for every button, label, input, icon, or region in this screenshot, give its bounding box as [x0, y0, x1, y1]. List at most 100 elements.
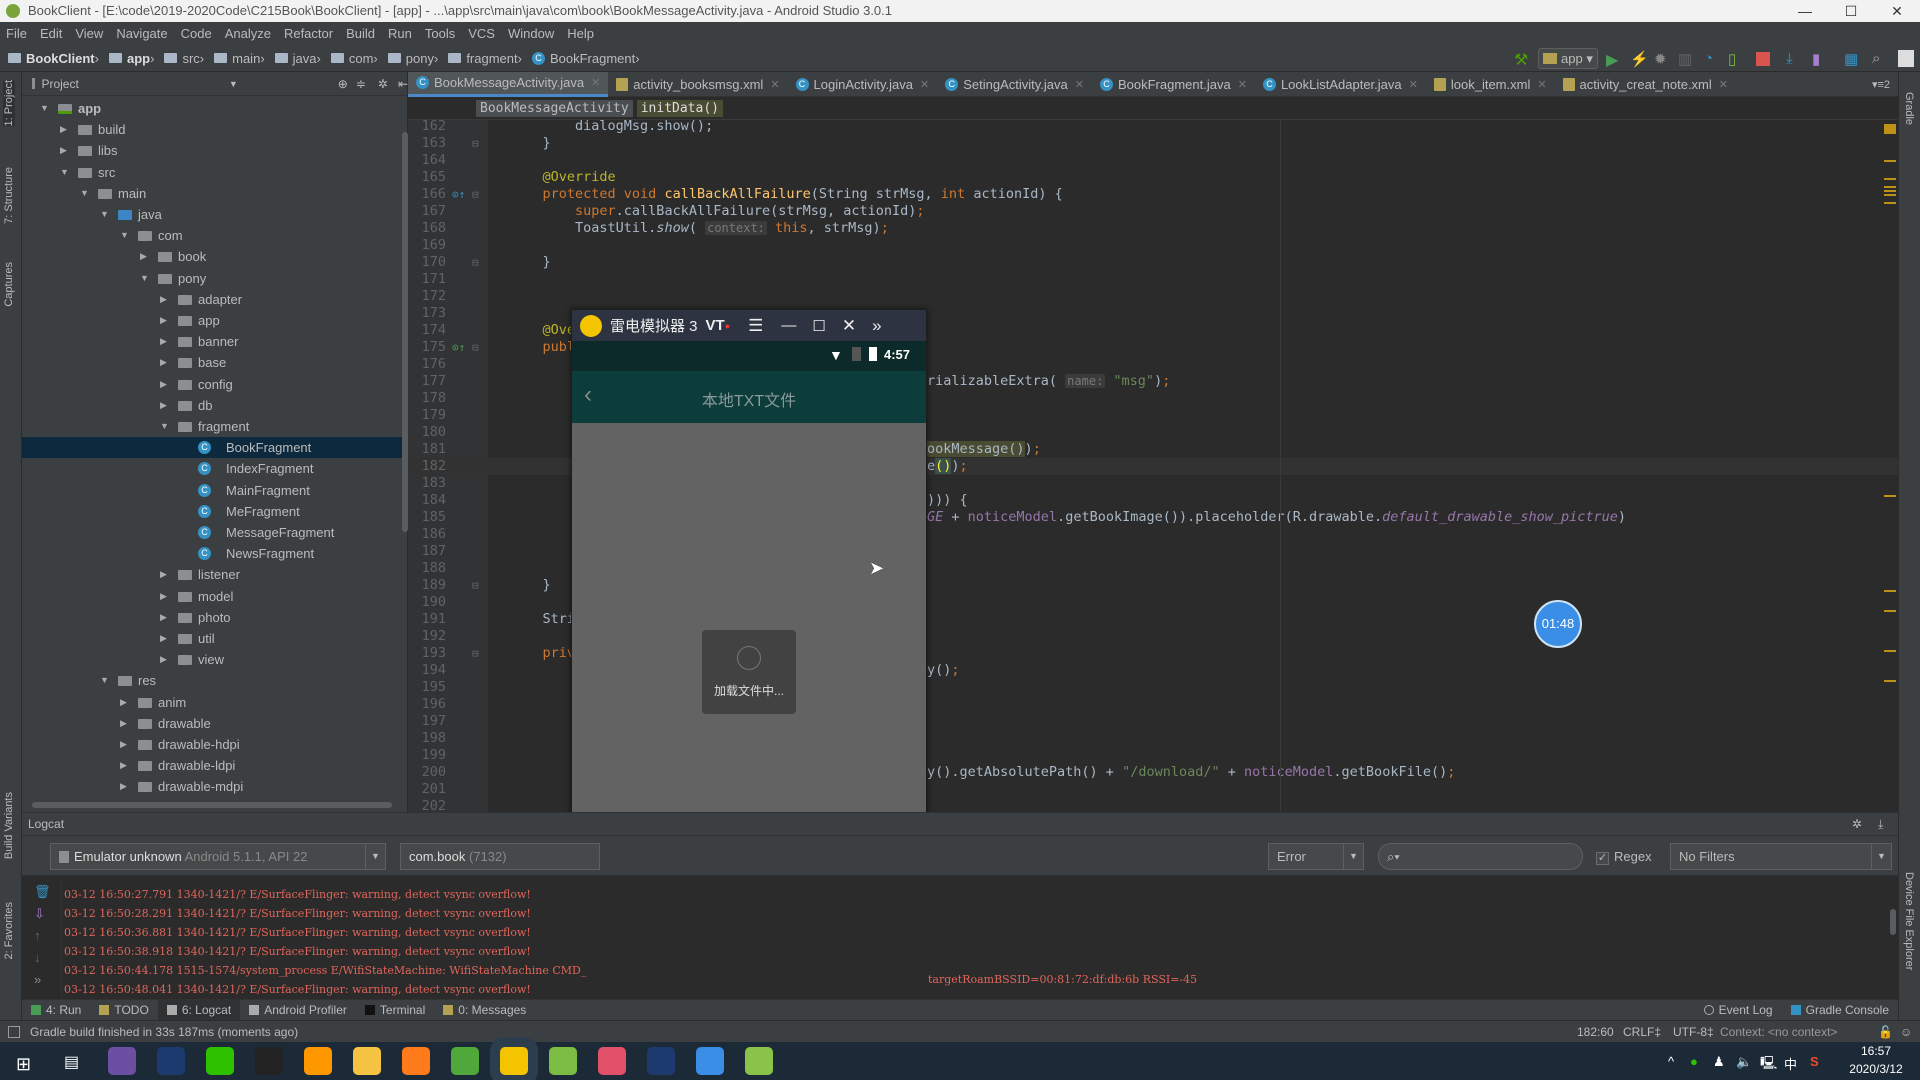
collapsed-arrow-icon[interactable]: ▶ [160, 395, 167, 416]
lock-icon[interactable]: 🔓 [1878, 1021, 1893, 1043]
tab-look-item-xml[interactable]: look_item.xml ✕ [1426, 72, 1555, 97]
menu-tools[interactable]: Tools [425, 26, 455, 41]
process-select[interactable]: com.book (7132) [400, 843, 600, 870]
wechat-tray-icon[interactable]: ● [1690, 1054, 1698, 1069]
menu-window[interactable]: Window [508, 26, 554, 41]
override-marker-icon[interactable]: ⊙↑ [452, 186, 465, 203]
close-tab-icon[interactable]: ✕ [1238, 78, 1247, 91]
tool-device-file-explorer[interactable]: Device File Explorer [1903, 872, 1915, 970]
tab-looklistadapter-java[interactable]: C LookListAdapter.java ✕ [1255, 72, 1426, 97]
fold-marker-icon[interactable]: ⊟ [472, 577, 479, 594]
tab-setingactivity-java[interactable]: C SetingActivity.java ✕ [937, 72, 1092, 97]
project-view-select[interactable]: Project [41, 77, 78, 91]
emulator-title-bar[interactable]: 雷电模拟器 3 VT ● ☰ — ☐ ✕ » [572, 310, 926, 341]
collapsed-arrow-icon[interactable]: ▶ [120, 755, 127, 776]
clock-time[interactable]: 16:57 [1846, 1044, 1906, 1058]
tree-item[interactable]: C MessageFragment [22, 522, 402, 543]
collapsed-arrow-icon[interactable]: ▶ [160, 649, 167, 670]
breadcrumb-item[interactable]: main › [214, 51, 265, 66]
breadcrumb-item[interactable]: java › [274, 51, 321, 66]
close-tab-icon[interactable]: ✕ [1719, 78, 1728, 91]
collapsed-arrow-icon[interactable]: ▶ [160, 374, 167, 395]
menu-file[interactable]: File [6, 26, 27, 41]
show-hidden-icons-icon[interactable]: ^ [1668, 1054, 1674, 1069]
tree-item[interactable]: ▶ model [22, 586, 402, 607]
tree-item[interactable]: ▼ app [22, 98, 402, 119]
tree-item[interactable]: ▶ build [22, 119, 402, 140]
device-select[interactable]: Emulator unknown Android 5.1.1, API 22 ▼ [50, 843, 386, 870]
breadcrumb-item[interactable]: C BookFragment › [531, 51, 640, 66]
chevron-down-icon[interactable]: ▼ [1343, 844, 1363, 869]
hide-panel-icon[interactable]: ⇤ [398, 77, 408, 91]
tree-item[interactable]: ▶ libs [22, 140, 402, 161]
close-tab-icon[interactable]: ✕ [920, 78, 929, 91]
tree-item[interactable]: C NewsFragment [22, 543, 402, 564]
qq-tray-icon[interactable]: ♟ [1713, 1054, 1725, 1070]
run-icon[interactable]: ▶ [1606, 50, 1624, 69]
collapsed-arrow-icon[interactable]: ▶ [160, 331, 167, 352]
tree-item[interactable]: ▶ db [22, 395, 402, 416]
tree-item[interactable]: ▼ java [22, 204, 402, 225]
coverage-icon[interactable]: ▥ [1678, 50, 1696, 68]
sync-gradle-icon[interactable]: ⤓ [1786, 50, 1804, 68]
expanded-arrow-icon[interactable]: ▼ [100, 670, 109, 691]
tree-item[interactable]: ▼ main [22, 183, 402, 204]
expanded-arrow-icon[interactable]: ▼ [160, 416, 169, 437]
tool-project[interactable]: 1: Project [3, 80, 15, 127]
tree-item[interactable]: C BookFragment [22, 437, 402, 459]
user-avatar[interactable] [1898, 50, 1914, 67]
tree-item[interactable]: ▶ util [22, 628, 402, 649]
logcat-settings-icon[interactable]: ✲ [1852, 813, 1862, 836]
clear-logcat-icon[interactable]: 🗑 [34, 884, 51, 900]
tool-favorites[interactable]: 2: Favorites [3, 902, 15, 959]
sogou-icon[interactable]: S [1810, 1054, 1819, 1069]
tree-item[interactable]: ▶ view [22, 649, 402, 670]
tree-item[interactable]: C MeFragment [22, 501, 402, 522]
event-log-tab[interactable]: Event Log [1695, 1000, 1782, 1021]
run-config-select[interactable]: app ▾ [1538, 48, 1598, 69]
tree-item[interactable]: ▶ config [22, 374, 402, 395]
taskbar-app-qq-icon[interactable] [255, 1047, 283, 1075]
hide-panel-icon[interactable]: ⤓ [1878, 813, 1883, 836]
tab-bookmessageactivity-java[interactable]: C BookMessageActivity.java ✕ [408, 71, 609, 97]
taskbar-app-wechat-icon[interactable] [206, 1047, 234, 1075]
tab-activity-booksmsg-xml[interactable]: activity_booksmsg.xml ✕ [608, 72, 787, 97]
close-icon[interactable]: ✕ [842, 316, 856, 336]
override-marker-icon[interactable]: ⊙↑ [452, 339, 465, 356]
task-view-icon[interactable]: ▤ [64, 1052, 79, 1072]
close-tab-icon[interactable]: ✕ [1537, 78, 1546, 91]
tree-item[interactable]: ▶ drawable [22, 713, 402, 734]
breadcrumb-item[interactable]: com › [330, 51, 378, 66]
log-level-select[interactable]: Error ▼ [1268, 843, 1364, 870]
collapsed-arrow-icon[interactable]: ▶ [60, 140, 67, 161]
collapsed-arrow-icon[interactable]: ▶ [60, 119, 67, 140]
taskbar-app-eclipse-icon[interactable] [108, 1047, 136, 1075]
tree-item[interactable]: ▼ src [22, 162, 402, 183]
tree-item[interactable]: C IndexFragment [22, 458, 402, 479]
tree-item[interactable]: ▶ photo [22, 607, 402, 628]
expanded-arrow-icon[interactable]: ▼ [100, 204, 109, 225]
collapsed-arrow-icon[interactable]: ▶ [160, 564, 167, 585]
inspector-icon[interactable]: ☺ [1900, 1021, 1912, 1043]
tab-activity-creat-note-xml[interactable]: activity_creat_note.xml ✕ [1555, 72, 1736, 97]
tool-structure[interactable]: 7: Structure [3, 167, 15, 224]
tree-item[interactable]: ▶ book [22, 246, 402, 267]
windows-start-icon[interactable]: ⊞ [16, 1054, 31, 1075]
close-tab-icon[interactable]: ✕ [591, 76, 600, 89]
gradle-console-tab[interactable]: Gradle Console [1782, 1000, 1898, 1021]
tree-item[interactable]: ▶ adapter [22, 289, 402, 310]
tool-tab-android-profiler[interactable]: Android Profiler [240, 1000, 356, 1021]
apply-changes-icon[interactable]: ⚡ [1630, 50, 1649, 68]
down-arrow-icon[interactable]: ↓ [34, 950, 41, 965]
tree-item[interactable]: ▶ listener [22, 564, 402, 585]
close-tab-icon[interactable]: ✕ [770, 78, 779, 91]
caret-position[interactable]: 182:60 [1577, 1021, 1614, 1043]
menu-analyze[interactable]: Analyze [225, 26, 271, 41]
tree-item[interactable]: ▶ drawable-ldpi [22, 755, 402, 776]
collapsed-arrow-icon[interactable]: ▶ [140, 246, 147, 267]
avd-manager-icon[interactable]: ▮ [1812, 50, 1830, 68]
collapsed-arrow-icon[interactable]: ▶ [160, 586, 167, 607]
network-icon[interactable]: 🖳 [1760, 1054, 1777, 1076]
build-hammer-icon[interactable]: ⚒ [1514, 50, 1532, 69]
breadcrumb-item[interactable]: app › [108, 51, 154, 66]
